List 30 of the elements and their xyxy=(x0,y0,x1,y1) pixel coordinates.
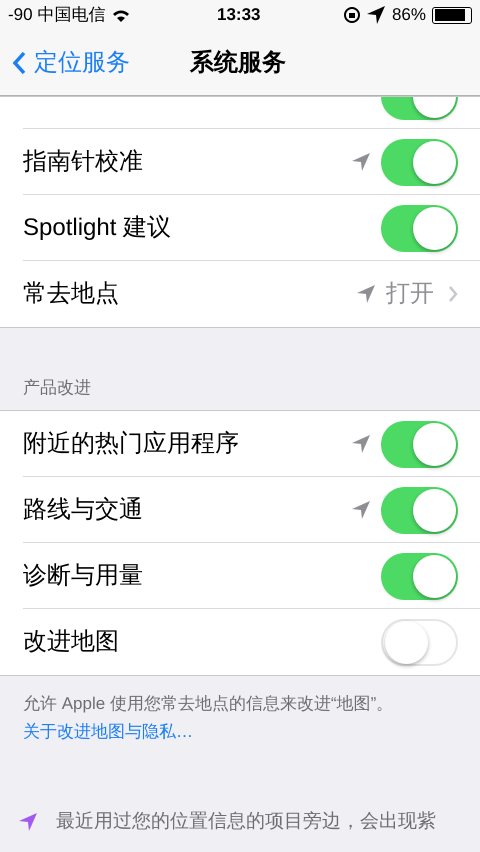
rotation-lock-icon xyxy=(344,7,360,23)
toggle-switch[interactable] xyxy=(381,138,458,186)
toggle-switch[interactable] xyxy=(381,420,458,468)
setting-label: 路线与交通 xyxy=(23,495,143,525)
toggle-switch[interactable] xyxy=(381,486,458,534)
back-chevron-icon[interactable] xyxy=(12,50,26,74)
setting-value: 打开 xyxy=(386,279,434,309)
signal-strength: -90 xyxy=(8,4,33,26)
setting-label: 指南针校准 xyxy=(23,147,143,177)
section-header: 产品改进 xyxy=(23,376,91,398)
page-title: 系统服务 xyxy=(190,48,286,78)
setting-label: 诊断与用量 xyxy=(23,561,143,591)
setting-label: 附近的热门应用程序 xyxy=(23,429,239,459)
toggle-switch[interactable] xyxy=(381,552,458,600)
toggle-switch[interactable] xyxy=(381,204,458,252)
setting-label: Spotlight 建议 xyxy=(23,213,172,243)
chevron-icon xyxy=(448,285,458,303)
setting-label: 常去地点 xyxy=(23,279,119,309)
location-icon xyxy=(366,5,386,25)
clock: 13:33 xyxy=(217,4,260,26)
privacy-link[interactable]: 关于改进地图与隐私… xyxy=(23,722,193,741)
location-arrow-icon xyxy=(18,812,38,832)
battery-percent: 86% xyxy=(392,4,426,26)
back-button[interactable]: 定位服务 xyxy=(12,44,130,80)
footer-text: 允许 Apple 使用您常去地点的信息来改进“地图”。 xyxy=(23,693,394,715)
note-text: 最近用过您的位置信息的项目旁边，会出现紫 xyxy=(56,810,436,834)
toggle-switch[interactable] xyxy=(381,618,458,666)
battery-icon xyxy=(432,6,472,24)
setting-label: 改进地图 xyxy=(23,627,119,657)
carrier-name: 中国电信 xyxy=(38,4,106,26)
